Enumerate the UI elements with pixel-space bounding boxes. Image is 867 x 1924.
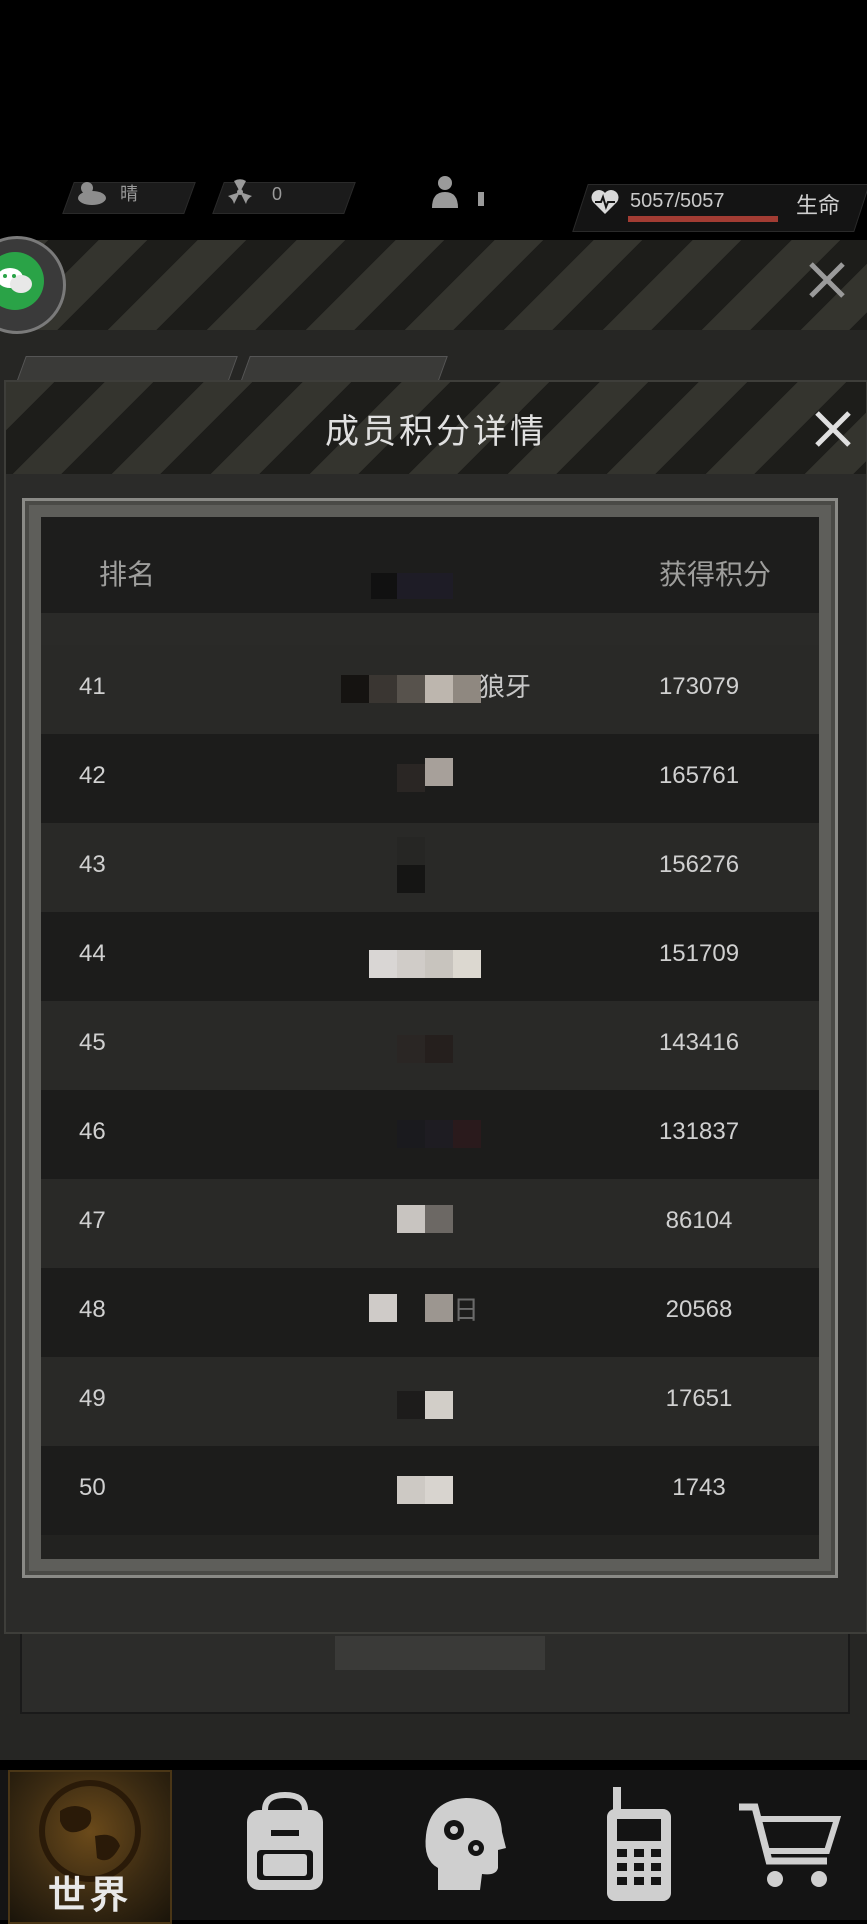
row-score: 165761 bbox=[658, 762, 740, 789]
hp-bar bbox=[628, 216, 778, 222]
close-icon[interactable] bbox=[812, 408, 854, 450]
row-score: 151709 bbox=[658, 940, 740, 967]
nav-skills-tab[interactable] bbox=[378, 1770, 548, 1920]
row-rank: 49 bbox=[79, 1385, 106, 1412]
table-row-partial bbox=[41, 613, 819, 645]
table-row[interactable]: 41 狼牙 173079 bbox=[41, 645, 819, 734]
modal-title: 成员积分详情 bbox=[325, 412, 547, 452]
row-score: 20568 bbox=[665, 1296, 733, 1323]
table-row[interactable]: 50 1743 bbox=[41, 1446, 819, 1535]
radiation-icon bbox=[228, 179, 252, 204]
row-rank: 42 bbox=[79, 762, 106, 789]
background-bottom-blurred-text bbox=[335, 1636, 545, 1670]
background-hazard-header bbox=[0, 240, 867, 330]
row-score: 143416 bbox=[658, 1029, 740, 1056]
row-rank: 45 bbox=[79, 1029, 106, 1056]
heart-icon bbox=[591, 190, 619, 214]
person-indicator bbox=[478, 192, 484, 206]
row-rank: 43 bbox=[79, 851, 106, 878]
weather-sun-cloud-icon bbox=[78, 182, 106, 205]
person-icon bbox=[432, 176, 458, 208]
row-score: 1743 bbox=[672, 1474, 726, 1501]
row-score: 17651 bbox=[665, 1385, 733, 1412]
weather-label: 晴 bbox=[120, 184, 138, 204]
row-name: 日 bbox=[453, 1296, 480, 1326]
row-rank: 44 bbox=[79, 940, 106, 967]
column-header-name-blurred bbox=[371, 573, 397, 599]
backpack-icon bbox=[247, 1791, 323, 1890]
table-row[interactable]: 49 17651 bbox=[41, 1357, 819, 1446]
row-rank: 48 bbox=[79, 1296, 106, 1323]
row-name: 狼牙 bbox=[479, 673, 532, 703]
row-score: 86104 bbox=[665, 1207, 733, 1234]
cart-icon bbox=[739, 1803, 842, 1887]
hp-value: 5057/5057 bbox=[630, 190, 725, 212]
nav-world-tab[interactable]: 世界 bbox=[8, 1770, 172, 1924]
nav-world-label: 世界 bbox=[47, 1873, 132, 1917]
table-row[interactable]: 48 日 20568 bbox=[41, 1268, 819, 1357]
table-row[interactable]: 43 156276 bbox=[41, 823, 819, 912]
row-rank: 41 bbox=[79, 673, 106, 700]
table-row[interactable]: 46 131837 bbox=[41, 1090, 819, 1179]
nav-shop-tab[interactable] bbox=[720, 1770, 860, 1920]
table-header: 排名 获得积分 bbox=[41, 517, 819, 613]
table-row[interactable]: 45 143416 bbox=[41, 1001, 819, 1090]
member-score-modal: 成员积分详情 排名 获得积分 41 狼牙 173079 42 165761 43… bbox=[4, 380, 867, 1634]
table-row[interactable]: 42 165761 bbox=[41, 734, 819, 823]
nav-backpack-tab[interactable] bbox=[200, 1770, 370, 1920]
hp-label: 生命 bbox=[796, 194, 841, 219]
head-gears-icon bbox=[425, 1798, 506, 1890]
row-score: 131837 bbox=[658, 1118, 740, 1145]
row-score: 173079 bbox=[658, 673, 740, 700]
bottom-nav: 世界 bbox=[0, 1770, 867, 1924]
table-row[interactable]: 47 86104 bbox=[41, 1179, 819, 1268]
status-bar: 晴 0 5057/5057 生命 bbox=[0, 170, 867, 240]
table-row[interactable]: 44 151709 bbox=[41, 912, 819, 1001]
column-header-score: 获得积分 bbox=[659, 558, 772, 591]
column-header-rank: 排名 bbox=[99, 558, 156, 591]
walkie-talkie-icon bbox=[607, 1787, 671, 1901]
score-table[interactable]: 排名 获得积分 41 狼牙 173079 42 165761 43 156276… bbox=[41, 517, 819, 1559]
column-header-name-blurred bbox=[397, 573, 453, 599]
row-rank: 50 bbox=[79, 1474, 106, 1501]
row-rank: 47 bbox=[79, 1207, 106, 1234]
radiation-value: 0 bbox=[272, 184, 283, 204]
row-rank: 46 bbox=[79, 1118, 106, 1145]
row-score: 156276 bbox=[658, 851, 740, 878]
nav-radio-tab[interactable] bbox=[554, 1770, 724, 1920]
score-table-frame: 排名 获得积分 41 狼牙 173079 42 165761 43 156276… bbox=[22, 498, 838, 1578]
background-close-icon[interactable] bbox=[805, 258, 849, 302]
